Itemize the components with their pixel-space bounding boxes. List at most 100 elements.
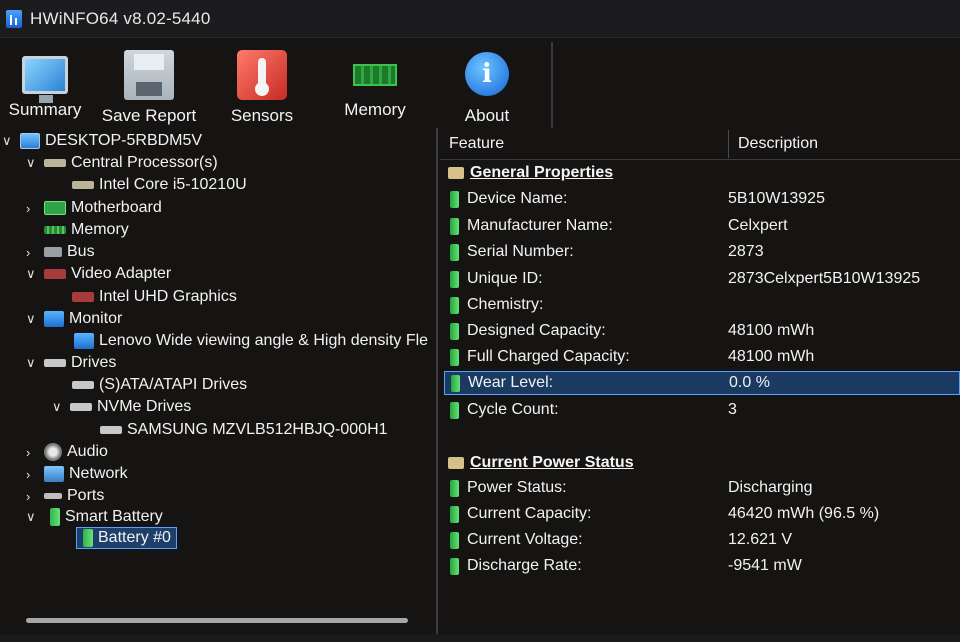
tree-node-sata[interactable]: (S)ATA/ATAPI Drives — [72, 374, 247, 396]
tree-node-cpu-item[interactable]: Intel Core i5-10210U — [72, 174, 247, 196]
tree-node-monitor[interactable]: ∨ Monitor — [26, 308, 122, 330]
tree-node-video[interactable]: ∨ Video Adapter — [26, 263, 171, 285]
property-value: 3 — [728, 401, 737, 418]
section-general-properties: General Properties — [448, 162, 613, 184]
tree-label-monitor: Monitor — [69, 310, 123, 327]
device-tree[interactable]: ∨ DESKTOP-5RBDM5V ∨ Central Processor(s)… — [0, 128, 438, 634]
sensors-label: Sensors — [230, 106, 294, 125]
section-title-power: Current Power Status — [470, 454, 634, 471]
property-row[interactable]: Cycle Count: 3 — [444, 398, 960, 422]
network-icon — [44, 466, 64, 482]
property-row[interactable]: Current Voltage: 12.621 V — [444, 528, 960, 552]
property-row[interactable]: Power Status: Discharging — [444, 476, 960, 500]
drive-icon — [44, 359, 66, 367]
tree-label-bus: Bus — [67, 243, 95, 260]
property-row[interactable]: Manufacturer Name: Celxpert — [444, 214, 960, 238]
sensors-button[interactable]: Sensors — [208, 42, 316, 128]
property-value: 2873 — [728, 243, 764, 260]
property-row[interactable]: Full Charged Capacity: 48100 mWh — [444, 345, 960, 369]
chevron-down-icon[interactable]: ∨ — [26, 509, 40, 525]
property-value: 2873Celxpert5B10W13925 — [728, 270, 921, 287]
chevron-right-icon[interactable]: › — [26, 489, 40, 504]
tree-label-root: DESKTOP-5RBDM5V — [45, 132, 203, 149]
property-row[interactable]: Current Capacity: 46420 mWh (96.5 %) — [444, 502, 960, 526]
property-feature: Manufacturer Name: — [467, 217, 613, 234]
chevron-down-icon[interactable]: ∨ — [26, 355, 40, 371]
selected-tree-item[interactable]: Battery #0 — [76, 527, 177, 549]
drive-icon — [100, 426, 122, 434]
tree-node-memory[interactable]: Memory — [44, 219, 129, 241]
property-feature: Cycle Count: — [467, 401, 559, 418]
tree-label-monitor-item: Lenovo Wide viewing angle & High density… — [99, 332, 429, 349]
property-row[interactable]: Device Name: 5B10W13925 — [444, 187, 960, 211]
property-row[interactable]: Discharge Rate: -9541 mW — [444, 554, 960, 578]
tree-node-motherboard[interactable]: › Motherboard — [26, 197, 162, 219]
battery-icon — [450, 190, 459, 208]
property-value: -9541 mW — [728, 557, 802, 574]
cpu-icon — [72, 181, 94, 189]
battery-icon — [83, 529, 93, 547]
about-button[interactable]: i About — [434, 42, 540, 128]
battery-icon — [450, 217, 459, 235]
motherboard-icon — [44, 201, 66, 215]
tree-node-cpu[interactable]: ∨ Central Processor(s) — [26, 152, 218, 174]
tree-label-video-item: Intel UHD Graphics — [99, 288, 237, 305]
toolbar-divider — [551, 42, 553, 128]
tree-node-root[interactable]: ∨ DESKTOP-5RBDM5V — [2, 130, 202, 152]
memory-button[interactable]: Memory — [316, 42, 434, 128]
tree-node-smart-battery[interactable]: ∨ Smart Battery — [26, 506, 163, 528]
chevron-down-icon[interactable]: ∨ — [26, 266, 40, 282]
tree-node-drives[interactable]: ∨ Drives — [26, 352, 116, 374]
property-value: 5B10W13925 — [728, 190, 825, 207]
property-feature: Current Capacity: — [467, 505, 592, 522]
property-row[interactable]: Serial Number: 2873 — [444, 240, 960, 264]
battery-icon — [450, 270, 459, 288]
tree-horizontal-scrollbar[interactable] — [26, 618, 408, 623]
monitor-icon — [22, 56, 68, 103]
chevron-down-icon[interactable]: ∨ — [52, 399, 66, 415]
ram-module-icon — [353, 64, 397, 86]
toolbar: Summary Save Report Sensors Memory i Abo… — [0, 42, 550, 128]
property-value: 46420 mWh (96.5 %) — [728, 505, 880, 522]
video-card-icon — [44, 269, 66, 279]
chevron-down-icon[interactable]: ∨ — [26, 311, 40, 327]
chevron-right-icon[interactable]: › — [26, 445, 40, 460]
chevron-right-icon[interactable]: › — [26, 201, 40, 216]
title-bar: HWiNFO64 v8.02-5440 — [0, 0, 960, 38]
battery-icon — [450, 401, 459, 419]
column-header-description[interactable]: Description — [738, 135, 818, 153]
tree-node-ports[interactable]: › Ports — [26, 485, 104, 507]
detail-panel: Feature Description General Properties D… — [440, 128, 960, 634]
tree-node-audio[interactable]: › Audio — [26, 441, 108, 463]
tree-node-monitor-item[interactable]: Lenovo Wide viewing angle & High density… — [74, 330, 428, 352]
battery-icon — [450, 479, 459, 497]
video-card-icon — [72, 292, 94, 302]
battery-icon — [450, 531, 459, 549]
chevron-right-icon[interactable]: › — [26, 467, 40, 482]
property-row-selected[interactable]: Wear Level: 0.0 % — [444, 371, 960, 395]
property-row[interactable]: Unique ID: 2873Celxpert5B10W13925 — [444, 267, 960, 291]
column-header-feature[interactable]: Feature — [449, 135, 504, 153]
chevron-down-icon[interactable]: ∨ — [2, 133, 16, 149]
floppy-disk-icon — [124, 50, 174, 100]
tree-node-video-item[interactable]: Intel UHD Graphics — [72, 286, 237, 308]
property-row[interactable]: Designed Capacity: 48100 mWh — [444, 319, 960, 343]
section-icon — [448, 457, 464, 469]
chevron-right-icon[interactable]: › — [26, 245, 40, 260]
drive-icon — [70, 403, 92, 411]
battery-icon — [450, 557, 459, 575]
tree-label-battery: Battery #0 — [98, 529, 171, 546]
tree-node-network[interactable]: › Network — [26, 463, 128, 485]
tree-node-bus[interactable]: › Bus — [26, 241, 95, 263]
summary-button[interactable]: Summary — [0, 42, 90, 128]
save-report-button[interactable]: Save Report — [90, 42, 208, 128]
tree-node-nvme[interactable]: ∨ NVMe Drives — [52, 396, 191, 418]
tree-label-nvme: NVMe Drives — [97, 398, 192, 415]
column-divider[interactable] — [728, 130, 729, 158]
chevron-down-icon[interactable]: ∨ — [26, 155, 40, 171]
tree-node-nvme-item[interactable]: SAMSUNG MZVLB512HBJQ-000H1 — [100, 419, 388, 441]
battery-icon — [450, 348, 459, 366]
tree-node-battery[interactable]: Battery #0 — [76, 527, 177, 549]
tree-label-ports: Ports — [67, 487, 105, 504]
property-row[interactable]: Chemistry: — [444, 293, 960, 317]
